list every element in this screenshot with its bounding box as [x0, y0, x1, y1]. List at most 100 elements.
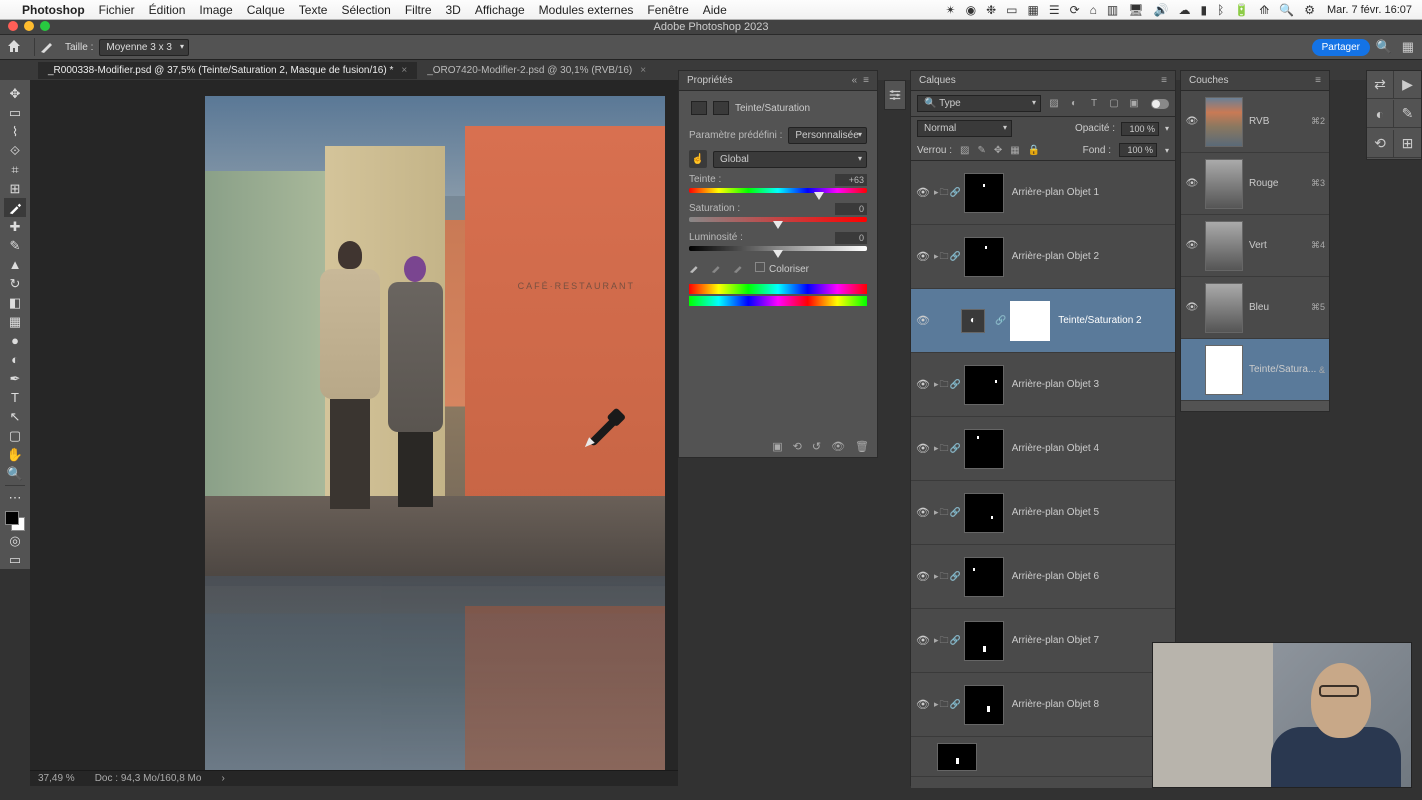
lock-transparency-icon[interactable]: ▨ — [960, 145, 969, 156]
hand-tool[interactable]: ✋ — [4, 445, 26, 464]
layer-name[interactable]: Arrière-plan Objet 4 — [1012, 443, 1171, 454]
layer-name[interactable]: Arrière-plan Objet 1 — [1012, 187, 1171, 198]
visibility-toggle-icon[interactable]: 👁 — [915, 250, 931, 263]
status-icon[interactable]: ☁ — [1178, 3, 1190, 17]
doc-size[interactable]: Doc : 94,3 Mo/160,8 Mo — [95, 773, 202, 784]
channel-row[interactable]: 👁 Rouge ⌘3 — [1181, 153, 1329, 215]
status-chevron-icon[interactable]: › — [221, 773, 224, 784]
hue-value[interactable]: +63 — [835, 174, 867, 186]
fill-input[interactable]: 100 % — [1119, 143, 1157, 157]
layer-row[interactable]: 👁 ◐ 🔗 Teinte/Saturation 2 — [911, 289, 1175, 353]
actions-panel-icon[interactable]: ▶ — [1394, 71, 1421, 99]
visibility-toggle-icon[interactable]: 👁 — [1185, 116, 1199, 127]
visibility-toggle-icon[interactable]: 👁 — [915, 186, 931, 199]
layer-mask-thumb[interactable] — [964, 557, 1004, 597]
layer-row[interactable]: 👁 ▸🗀🔗 Arrière-plan Objet 1 — [911, 161, 1175, 225]
visibility-toggle-icon[interactable]: 👁 — [915, 442, 931, 455]
filter-pixel-icon[interactable]: ▨ — [1047, 97, 1061, 111]
adjustment-thumb[interactable]: ◐ — [961, 309, 985, 333]
layer-filter-dropdown[interactable]: 🔍 Type — [917, 95, 1041, 112]
layer-row[interactable]: 👁 ▸🗀🔗 Arrière-plan Objet 6 — [911, 545, 1175, 609]
wifi-icon[interactable]: ⟰ — [1259, 3, 1269, 17]
layer-row[interactable]: 👁 ▸🗀🔗 Arrière-plan Objet 8 — [911, 673, 1175, 737]
expand-icon[interactable]: ▸ — [934, 507, 939, 518]
share-button[interactable]: Partager — [1312, 39, 1370, 56]
panel-menu-icon[interactable]: ≡ — [863, 75, 869, 86]
reset-icon[interactable]: ↺ — [812, 440, 821, 453]
expand-icon[interactable]: ▸ — [934, 571, 939, 582]
view-previous-icon[interactable]: ⟲ — [793, 440, 802, 453]
status-icon[interactable]: ▥ — [1107, 3, 1118, 17]
canvas-area[interactable]: CAFÉ·RESTAURANT 37,49 % Doc : 94,3 Mo/16… — [30, 80, 678, 786]
path-select-tool[interactable]: ↖ — [4, 407, 26, 426]
workspace-icon[interactable]: ▦ — [1402, 39, 1414, 55]
menu-window[interactable]: Fenêtre — [647, 3, 688, 17]
layer-row[interactable] — [911, 737, 1175, 777]
layer-name[interactable]: Arrière-plan Objet 6 — [1012, 571, 1171, 582]
targeted-adjust-icon[interactable]: ☝ — [689, 150, 707, 168]
status-icon[interactable]: ⟳ — [1070, 3, 1080, 17]
layer-mask-thumb[interactable] — [964, 429, 1004, 469]
menu-help[interactable]: Aide — [703, 3, 727, 17]
layer-mask-thumb[interactable] — [964, 685, 1004, 725]
layer-name[interactable]: Arrière-plan Objet 8 — [1012, 699, 1171, 710]
gradient-tool[interactable]: ▦ — [4, 312, 26, 331]
layer-mask-thumb[interactable] — [964, 365, 1004, 405]
status-icon[interactable]: ☰ — [1049, 3, 1060, 17]
expand-icon[interactable]: ▸ — [934, 251, 939, 262]
status-icon[interactable]: ❉ — [986, 3, 996, 17]
panel-menu-icon[interactable]: ≡ — [1161, 75, 1167, 86]
layer-mask-thumb[interactable] — [937, 743, 977, 771]
collapse-icon[interactable]: « — [852, 75, 858, 86]
marquee-tool[interactable]: ▭ — [4, 103, 26, 122]
quick-mask-toggle[interactable]: ◎ — [4, 531, 26, 550]
layer-name[interactable]: Arrière-plan Objet 2 — [1012, 251, 1171, 262]
status-icon[interactable]: ⌂ — [1090, 3, 1097, 17]
flag-icon[interactable]: ▮ — [1200, 3, 1207, 17]
layer-mask-thumb[interactable] — [964, 173, 1004, 213]
layer-row[interactable]: 👁 ▸🗀🔗 Arrière-plan Objet 7 — [911, 609, 1175, 673]
filter-type-icon[interactable]: T — [1087, 97, 1101, 111]
clone-tool[interactable]: ▲ — [4, 255, 26, 274]
layer-name[interactable]: Arrière-plan Objet 5 — [1012, 507, 1171, 518]
brushes-panel-icon[interactable]: ◐ — [1367, 100, 1394, 128]
lightness-value[interactable]: 0 — [835, 232, 867, 244]
swatches-panel-icon[interactable]: ⟲ — [1367, 130, 1394, 158]
maximize-window-button[interactable] — [40, 21, 50, 31]
filter-toggle[interactable] — [1151, 99, 1169, 109]
visibility-toggle-icon[interactable]: 👁 — [915, 570, 931, 583]
visibility-toggle-icon[interactable]: 👁 — [915, 378, 931, 391]
lock-all-icon[interactable]: 🔒 — [1028, 145, 1040, 156]
filter-adjustment-icon[interactable]: ◐ — [1067, 97, 1081, 111]
sample-size-dropdown[interactable]: Moyenne 3 x 3 — [99, 39, 189, 56]
expand-icon[interactable]: ▸ — [934, 443, 939, 454]
history-brush-tool[interactable]: ↻ — [4, 274, 26, 293]
adjustments-strip-icon[interactable] — [884, 80, 906, 110]
frame-tool[interactable]: ⊞ — [4, 179, 26, 198]
visibility-toggle-icon[interactable]: 👁 — [1185, 240, 1199, 251]
zoom-tool[interactable]: 🔍 — [4, 464, 26, 483]
close-tab-icon[interactable]: × — [640, 65, 646, 76]
shape-tool[interactable]: ▢ — [4, 426, 26, 445]
menu-display[interactable]: Affichage — [475, 3, 525, 17]
blend-mode-dropdown[interactable]: Normal — [917, 120, 1012, 137]
eyedropper-set-icon[interactable] — [689, 261, 701, 276]
screen-mode-toggle[interactable]: ▭ — [4, 550, 26, 569]
battery-icon[interactable]: 🔋 — [1234, 3, 1249, 17]
layer-mask-thumb[interactable] — [964, 621, 1004, 661]
brush-tool[interactable]: ✎ — [4, 236, 26, 255]
saturation-slider[interactable] — [689, 217, 867, 222]
opacity-input[interactable]: 100 % — [1121, 122, 1159, 136]
eyedropper-subtract-icon[interactable] — [733, 261, 745, 276]
menu-layer[interactable]: Calque — [247, 3, 285, 17]
channel-row[interactable]: 👁 Bleu ⌘5 — [1181, 277, 1329, 339]
edit-toolbar[interactable]: ⋯ — [4, 488, 26, 507]
menu-text[interactable]: Texte — [299, 3, 328, 17]
menu-filter[interactable]: Filtre — [405, 3, 432, 17]
channel-row[interactable]: 👁 Vert ⌘4 — [1181, 215, 1329, 277]
document-canvas[interactable]: CAFÉ·RESTAURANT — [205, 96, 665, 786]
document-tab[interactable]: _R000338-Modifier.psd @ 37,5% (Teinte/Sa… — [38, 62, 417, 79]
channel-row[interactable]: Teinte/Satura... & — [1181, 339, 1329, 401]
status-icon[interactable]: 🖥 — [1128, 3, 1143, 17]
visibility-toggle-icon[interactable]: 👁 — [915, 506, 931, 519]
